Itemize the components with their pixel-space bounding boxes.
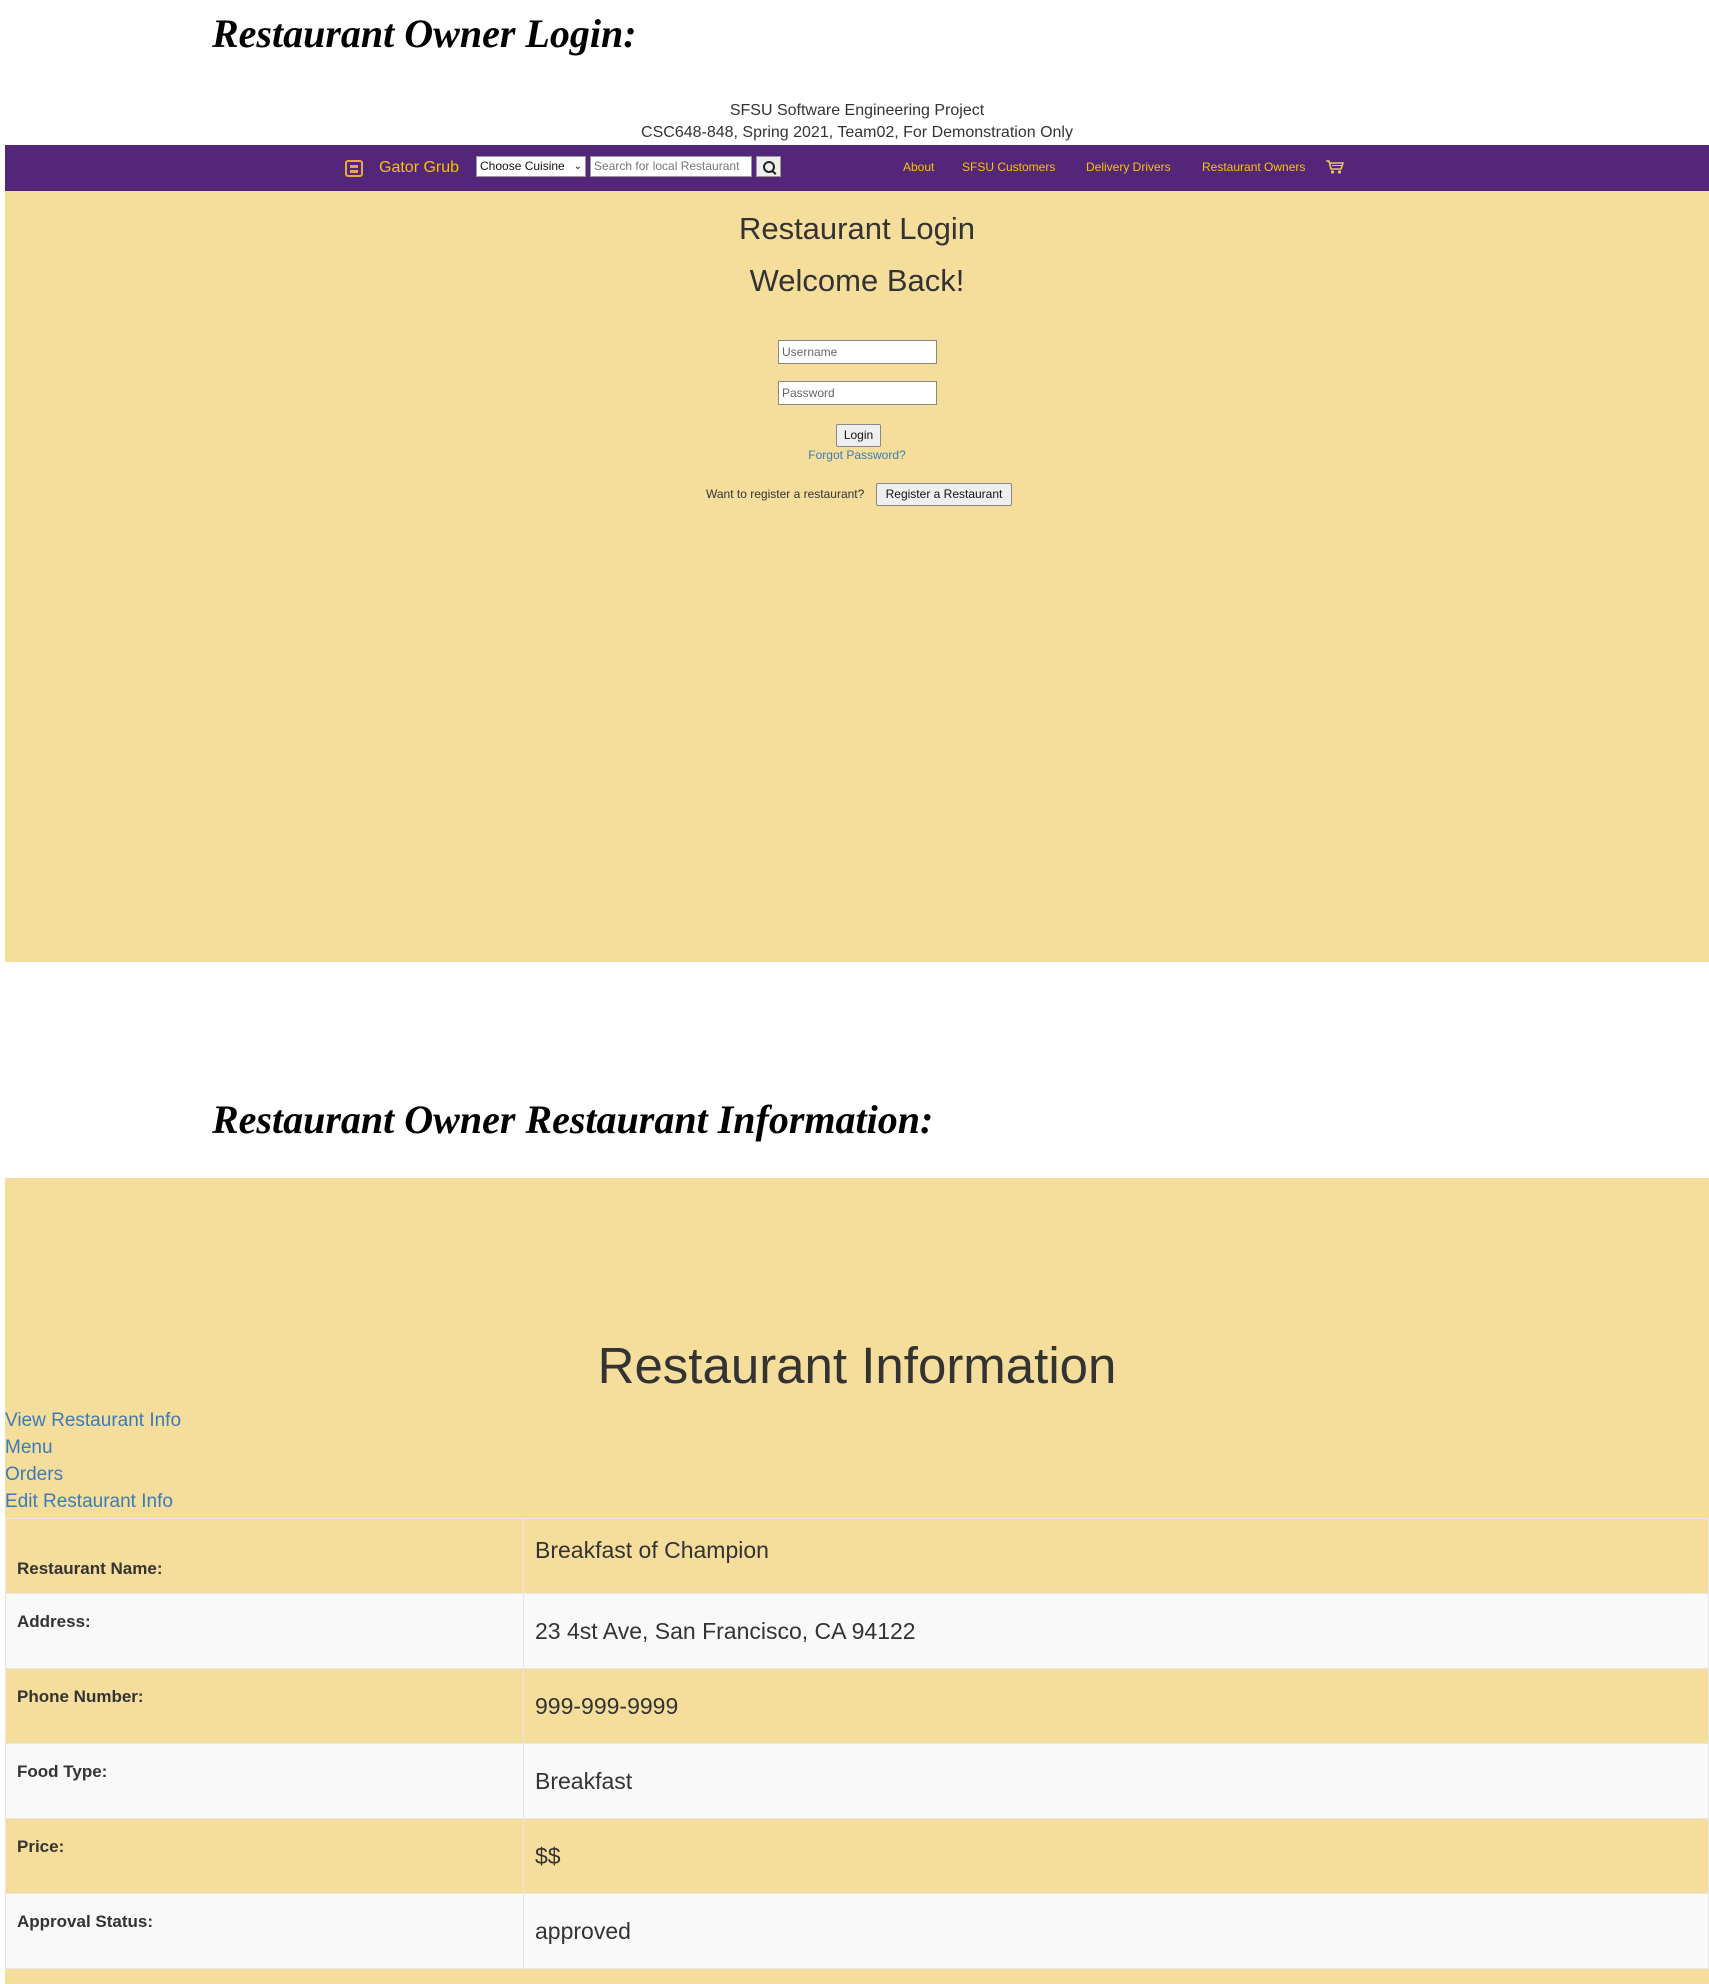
table-row	[5, 1968, 1709, 1981]
row-value: Breakfast of Champion	[523, 1518, 1709, 1594]
table-row: Price: $$	[5, 1818, 1709, 1894]
table-row: Food Type: Breakfast	[5, 1743, 1709, 1819]
login-section-heading: Restaurant Owner Login:	[212, 11, 637, 56]
demo-banner: SFSU Software Engineering Project CSC648…	[5, 100, 1709, 145]
restaurant-info-screenshot: Restaurant Information View Restaurant I…	[5, 1178, 1709, 1984]
nav-link-delivery-drivers[interactable]: Delivery Drivers	[1086, 160, 1171, 174]
gator-icon	[345, 159, 363, 177]
login-panel: Restaurant Login Welcome Back! Username …	[5, 191, 1709, 962]
row-value: approved	[523, 1893, 1709, 1969]
nav-link-sfsu-customers[interactable]: SFSU Customers	[962, 160, 1055, 174]
forgot-password-link[interactable]: Forgot Password?	[5, 448, 1709, 462]
search-button[interactable]	[756, 156, 781, 177]
cuisine-select-value: Choose Cuisine	[480, 159, 565, 173]
search-icon	[762, 160, 775, 173]
row-label: Phone Number:	[5, 1668, 524, 1744]
cuisine-select[interactable]: Choose Cuisine ⌄	[476, 156, 586, 177]
nav-link-about[interactable]: About	[903, 160, 934, 174]
cart-icon[interactable]	[1325, 159, 1345, 175]
banner-line-1: SFSU Software Engineering Project	[729, 102, 985, 119]
register-prompt: Want to register a restaurant?	[706, 487, 865, 501]
nav-edit-restaurant-info[interactable]: Edit Restaurant Info	[5, 1488, 181, 1515]
table-row-spacer	[6, 1969, 1709, 1981]
password-input[interactable]: Password	[778, 381, 937, 405]
owner-nav: View Restaurant Info Menu Orders Edit Re…	[5, 1407, 181, 1515]
row-label: Food Type:	[5, 1743, 524, 1819]
table-row: Address: 23 4st Ave, San Francisco, CA 9…	[5, 1593, 1709, 1669]
row-value: $$	[523, 1818, 1709, 1894]
table-row: Approval Status: approved	[5, 1893, 1709, 1969]
restaurant-info-table: Restaurant Name: Breakfast of Champion A…	[5, 1518, 1709, 1981]
navbar: Gator Grub Choose Cuisine ⌄ Search for l…	[5, 145, 1709, 191]
row-label: Price:	[5, 1818, 524, 1894]
username-input[interactable]: Username	[778, 340, 937, 364]
search-input[interactable]: Search for local Restaurant	[590, 156, 752, 177]
login-title: Restaurant Login	[738, 211, 976, 246]
login-screenshot: SFSU Software Engineering Project CSC648…	[5, 100, 1709, 962]
page-title: Restaurant Information	[597, 1337, 1117, 1394]
row-value: 999-999-9999	[523, 1668, 1709, 1744]
nav-link-restaurant-owners[interactable]: Restaurant Owners	[1202, 160, 1305, 174]
nav-view-restaurant-info[interactable]: View Restaurant Info	[5, 1407, 181, 1434]
register-restaurant-button[interactable]: Register a Restaurant	[876, 483, 1012, 506]
banner-line-2: CSC648-848, Spring 2021, Team02, For Dem…	[641, 124, 1073, 141]
chevron-down-icon: ⌄	[573, 161, 582, 172]
row-value: Breakfast	[523, 1743, 1709, 1819]
nav-orders[interactable]: Orders	[5, 1461, 181, 1488]
brand-name: Gator Grub	[379, 159, 460, 176]
welcome-text: Welcome Back!	[749, 263, 965, 298]
brand-link[interactable]: Gator Grub	[345, 145, 459, 191]
row-value: 23 4st Ave, San Francisco, CA 94122	[523, 1593, 1709, 1669]
login-button[interactable]: Login	[836, 424, 881, 447]
row-label: Address:	[5, 1593, 524, 1669]
row-label: Restaurant Name:	[5, 1518, 524, 1594]
row-label: Approval Status:	[5, 1893, 524, 1969]
nav-menu[interactable]: Menu	[5, 1434, 181, 1461]
table-row: Restaurant Name: Breakfast of Champion	[5, 1518, 1709, 1594]
info-section-heading: Restaurant Owner Restaurant Information:	[212, 1097, 934, 1142]
table-row: Phone Number: 999-999-9999	[5, 1668, 1709, 1744]
